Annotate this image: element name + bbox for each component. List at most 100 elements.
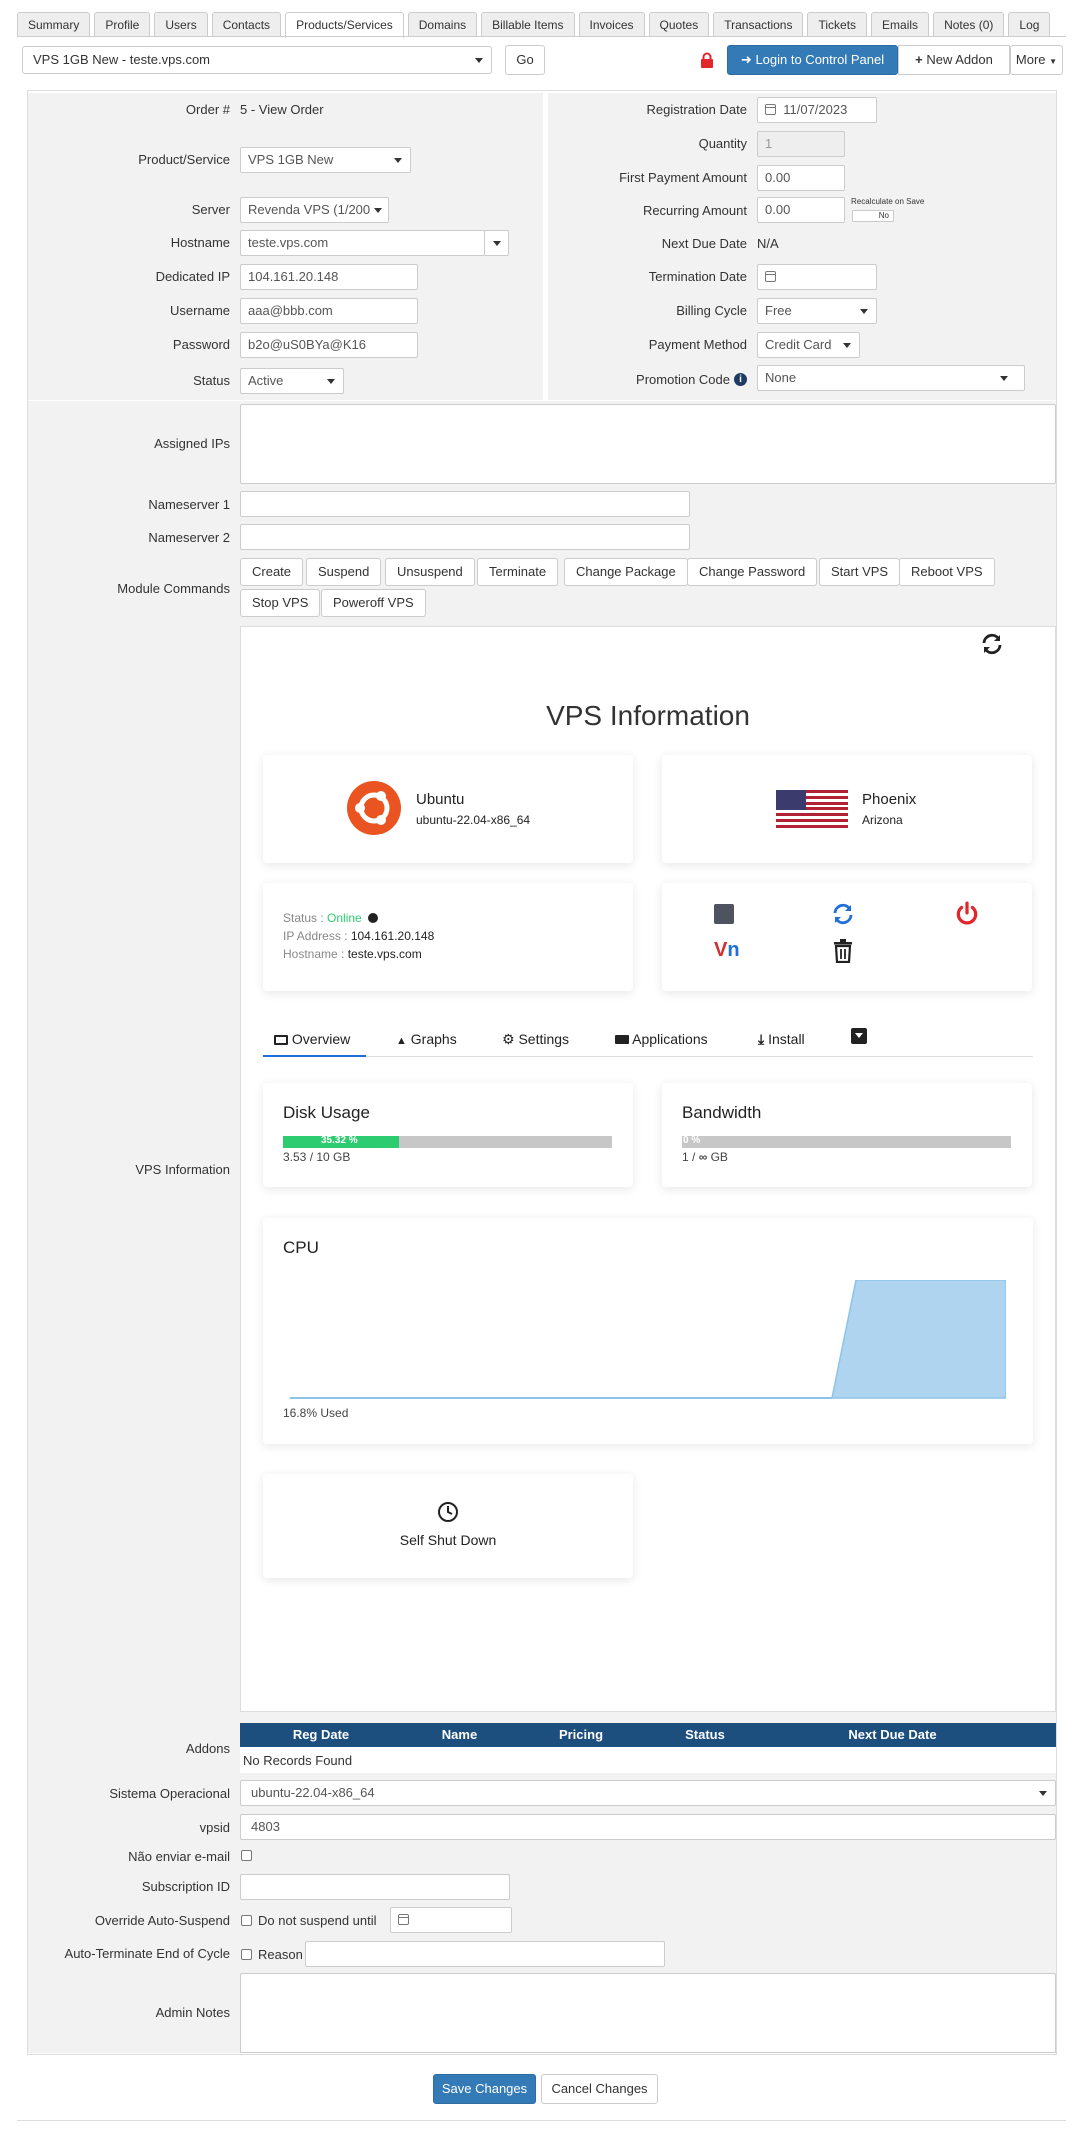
first-payment-input[interactable]: 0.00 [757, 165, 845, 191]
registration-date-input[interactable]: 11/07/2023 [757, 97, 877, 123]
tab-invoices[interactable]: Invoices [578, 12, 645, 37]
module-reboot-vps-button[interactable]: Reboot VPS [899, 558, 995, 586]
recurring-amount-input[interactable]: 0.00 [757, 197, 845, 223]
suspend-until-date-input[interactable] [390, 1907, 512, 1933]
vps-ip-value: 104.161.20.148 [350, 929, 435, 943]
tab-users[interactable]: Users [154, 12, 208, 37]
recurring-amount-label: Recurring Amount [642, 203, 747, 218]
hostname-dropdown-toggle[interactable] [484, 230, 509, 256]
vps-tab-overview[interactable]: Overview [263, 1027, 366, 1057]
tab-contacts[interactable]: Contacts [211, 12, 282, 37]
sign-in-icon: ➜ [740, 52, 752, 67]
more-dropdown-button[interactable]: More ▼ [1010, 45, 1063, 75]
restart-icon[interactable] [830, 902, 856, 929]
os-version: ubuntu-22.04-x86_64 [416, 813, 531, 827]
module-unsuspend-button[interactable]: Unsuspend [385, 558, 475, 586]
tab-products-services[interactable]: Products/Services [285, 12, 404, 38]
module-poweroff-vps-button[interactable]: Poweroff VPS [321, 589, 426, 617]
auto-terminate-checkbox[interactable] [241, 1949, 252, 1960]
location-card: Phoenix Arizona [662, 755, 1032, 863]
disk-usage-card: Disk Usage 35.32 % 3.53 / 10 GB [263, 1083, 633, 1187]
vps-tab-settings[interactable]: ⚙ Settings [502, 1027, 569, 1051]
order-value[interactable]: 5 - View Order [240, 102, 324, 117]
nameserver1-input[interactable] [240, 491, 690, 517]
vnc-icon[interactable]: Vn [714, 939, 740, 962]
override-auto-suspend-checkbox[interactable] [241, 1915, 252, 1926]
module-change-password-button[interactable]: Change Password [687, 558, 818, 586]
gear-icon: ⚙ [502, 1031, 515, 1047]
module-start-vps-button[interactable]: Start VPS [819, 558, 901, 586]
promotion-code-select[interactable]: None [757, 365, 1025, 391]
product-select[interactable]: VPS 1GB New [240, 147, 411, 173]
termination-date-input[interactable] [757, 264, 877, 290]
status-select[interactable]: Active [240, 368, 344, 394]
billing-cycle-value: Free [765, 303, 792, 318]
plus-icon: + [915, 52, 923, 67]
payment-method-value: Credit Card [765, 337, 832, 352]
new-addon-label: New Addon [926, 52, 993, 67]
dedicated-ip-input[interactable]: 104.161.20.148 [240, 264, 418, 290]
auto-terminate-reason-input[interactable] [305, 1941, 665, 1967]
login-control-panel-button[interactable]: ➜ Login to Control Panel [727, 45, 898, 75]
billing-cycle-select[interactable]: Free [757, 298, 877, 324]
module-terminate-button[interactable]: Terminate [477, 558, 559, 586]
bandwidth-used: 1 / [682, 1150, 699, 1164]
stop-icon[interactable] [714, 904, 734, 924]
billing-cycle-label: Billing Cycle [676, 303, 747, 318]
module-create-button[interactable]: Create [240, 558, 304, 586]
no-email-checkbox[interactable] [241, 1850, 252, 1861]
trash-icon[interactable] [833, 939, 853, 966]
go-button[interactable]: Go [505, 45, 545, 75]
server-select[interactable]: Revenda VPS (1/200 [240, 197, 389, 223]
vpsid-input[interactable]: 4803 [240, 1814, 1056, 1840]
addons-header-status: Status [685, 1727, 725, 1742]
payment-method-select[interactable]: Credit Card [757, 332, 860, 358]
save-changes-button[interactable]: Save Changes [433, 2074, 536, 2104]
tab-divider [17, 36, 1066, 37]
tab-emails[interactable]: Emails [871, 12, 930, 37]
subscription-id-input[interactable] [240, 1874, 510, 1900]
username-input[interactable]: aaa@bbb.com [240, 298, 418, 324]
auto-terminate-label: Auto-Terminate End of Cycle [64, 1946, 230, 1961]
quantity-input[interactable]: 1 [757, 131, 845, 157]
tab-log[interactable]: Log [1008, 12, 1051, 37]
vps-information-label: VPS Information [135, 1162, 230, 1177]
so-select[interactable]: ubuntu-22.04-x86_64 [240, 1780, 1056, 1806]
location-state: Arizona [862, 813, 903, 827]
more-tabs-dropdown-icon[interactable] [851, 1028, 867, 1044]
no-email-label: Não enviar e-mail [128, 1849, 230, 1864]
tab-transactions[interactable]: Transactions [713, 12, 804, 37]
refresh-icon[interactable] [980, 632, 1004, 659]
vps-tab-graphs[interactable]: ▲ Graphs [396, 1027, 457, 1053]
hostname-input[interactable]: teste.vps.com [240, 230, 485, 256]
module-suspend-button[interactable]: Suspend [306, 558, 382, 586]
vps-hostname-value: teste.vps.com [347, 947, 422, 961]
assigned-ips-textarea[interactable] [240, 404, 1056, 484]
module-change-package-button[interactable]: Change Package [564, 558, 688, 586]
tab-quotes[interactable]: Quotes [648, 12, 710, 37]
new-addon-button[interactable]: + New Addon [898, 45, 1010, 75]
label-column [28, 401, 238, 2053]
cancel-changes-button[interactable]: Cancel Changes [541, 2074, 658, 2104]
tab-tickets[interactable]: Tickets [807, 12, 868, 37]
power-icon[interactable] [954, 901, 980, 930]
tab-profile[interactable]: Profile [94, 12, 151, 37]
tab-summary[interactable]: Summary [17, 12, 91, 37]
vps-tab-applications[interactable]: Applications [615, 1027, 708, 1051]
vps-tab-install[interactable]: ⤓ Install [758, 1027, 805, 1051]
admin-notes-textarea[interactable] [240, 1973, 1056, 2053]
password-input[interactable]: b2o@uS0BYa@K16 [240, 332, 418, 358]
lock-icon [700, 52, 714, 71]
tab-domains[interactable]: Domains [407, 12, 478, 37]
disk-usage-percent: 35.32 % [321, 1135, 358, 1146]
addons-table-row [240, 1747, 1056, 1773]
tab-notes[interactable]: Notes (0) [933, 12, 1005, 37]
infinity-icon: ∞ [698, 1150, 708, 1164]
self-shutdown-card[interactable]: Self Shut Down [263, 1474, 633, 1578]
info-icon[interactable]: i [734, 373, 747, 386]
service-select[interactable]: VPS 1GB New - teste.vps.com [22, 46, 492, 74]
module-stop-vps-button[interactable]: Stop VPS [240, 589, 321, 617]
recalculate-toggle[interactable]: No [852, 210, 894, 222]
nameserver2-input[interactable] [240, 524, 690, 550]
tab-billable-items[interactable]: Billable Items [481, 12, 575, 37]
